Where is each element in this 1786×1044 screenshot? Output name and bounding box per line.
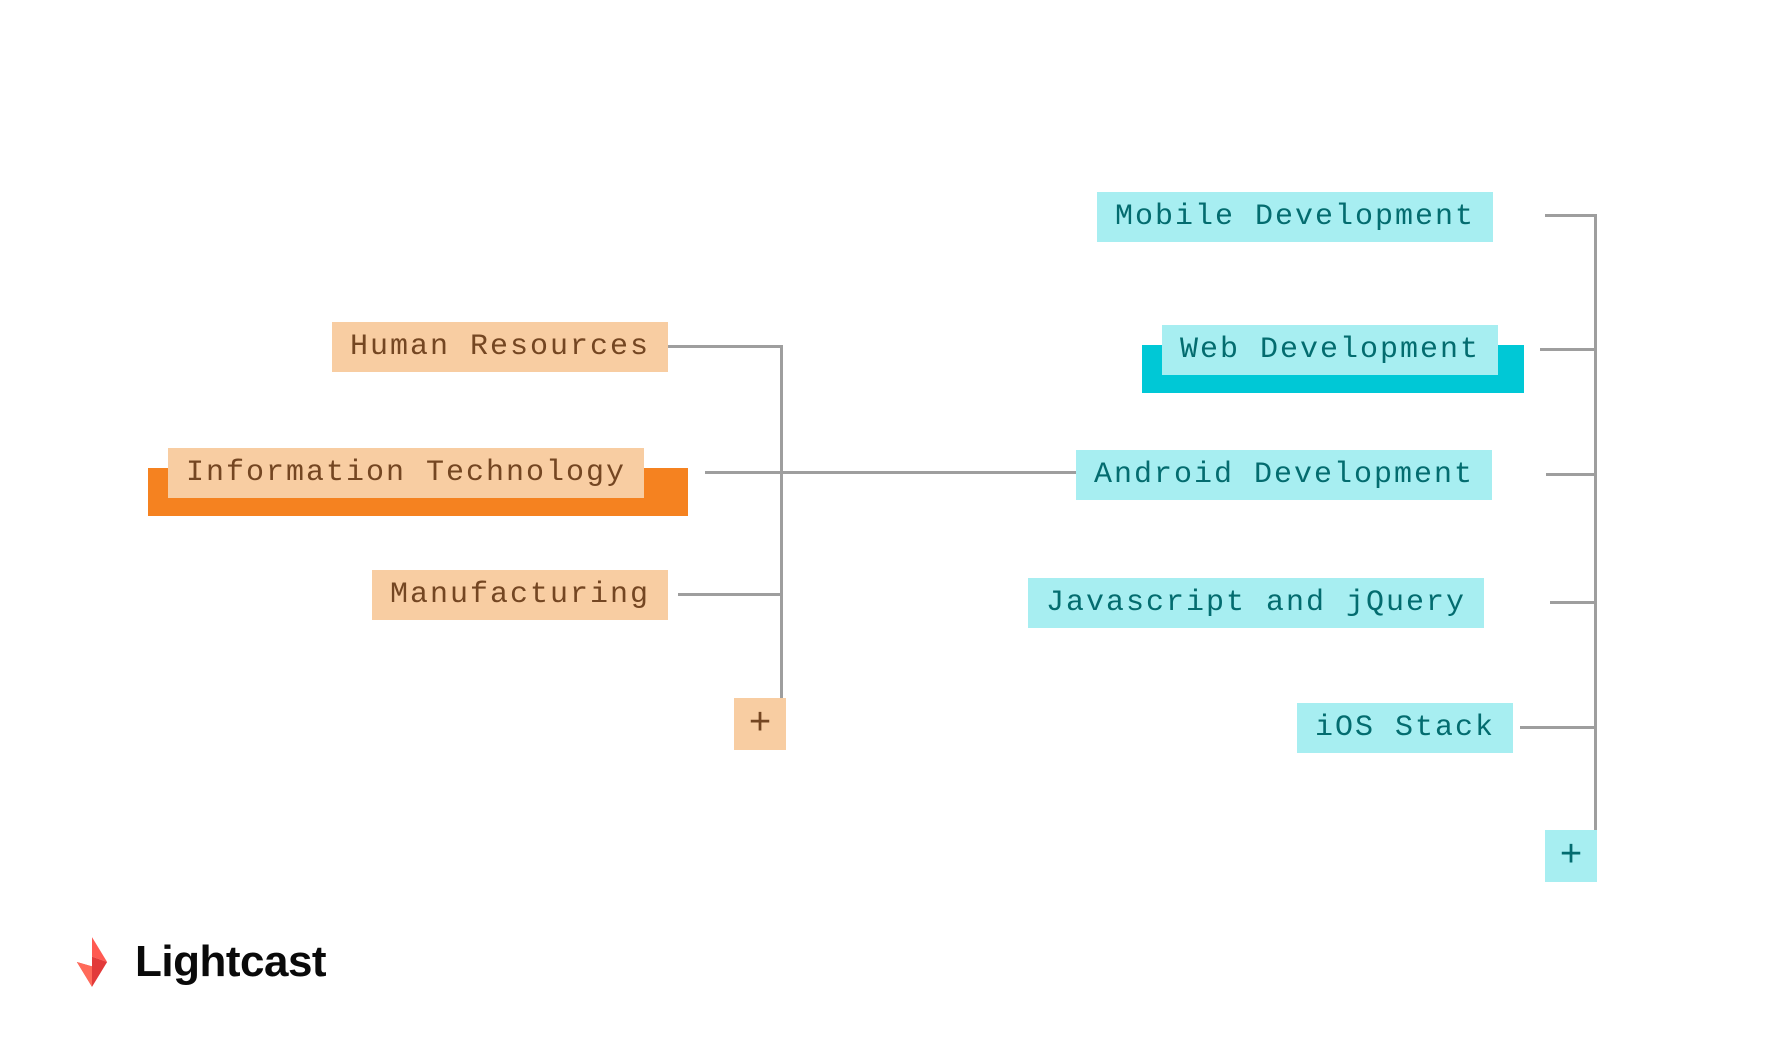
connector [1520,726,1597,729]
left-node-information-technology[interactable]: Information Technology [168,448,644,498]
right-node-web-dev[interactable]: Web Development [1162,325,1498,375]
diagram-canvas: Human Resources Information Technology M… [0,0,1786,1044]
right-node-mobile-dev[interactable]: Mobile Development [1097,192,1493,242]
right-node-ios-stack[interactable]: iOS Stack [1297,703,1513,753]
left-node-human-resources[interactable]: Human Resources [332,322,668,372]
connector [1540,348,1597,351]
connector [1594,214,1597,832]
right-node-android-dev[interactable]: Android Development [1076,450,1492,500]
left-add-button[interactable]: + [734,698,786,750]
brand-name: Lightcast [135,937,326,987]
right-node-js-jquery[interactable]: Javascript and jQuery [1028,578,1484,628]
brand-logo: Lightcast [65,935,326,989]
connector [1550,601,1597,604]
lightcast-icon [65,935,119,989]
connector [780,345,783,700]
connector [1546,473,1597,476]
connector [705,471,1080,474]
right-add-button[interactable]: + [1545,830,1597,882]
left-node-manufacturing[interactable]: Manufacturing [372,570,668,620]
connector [678,593,783,596]
connector [666,345,783,348]
connector [1545,214,1597,217]
